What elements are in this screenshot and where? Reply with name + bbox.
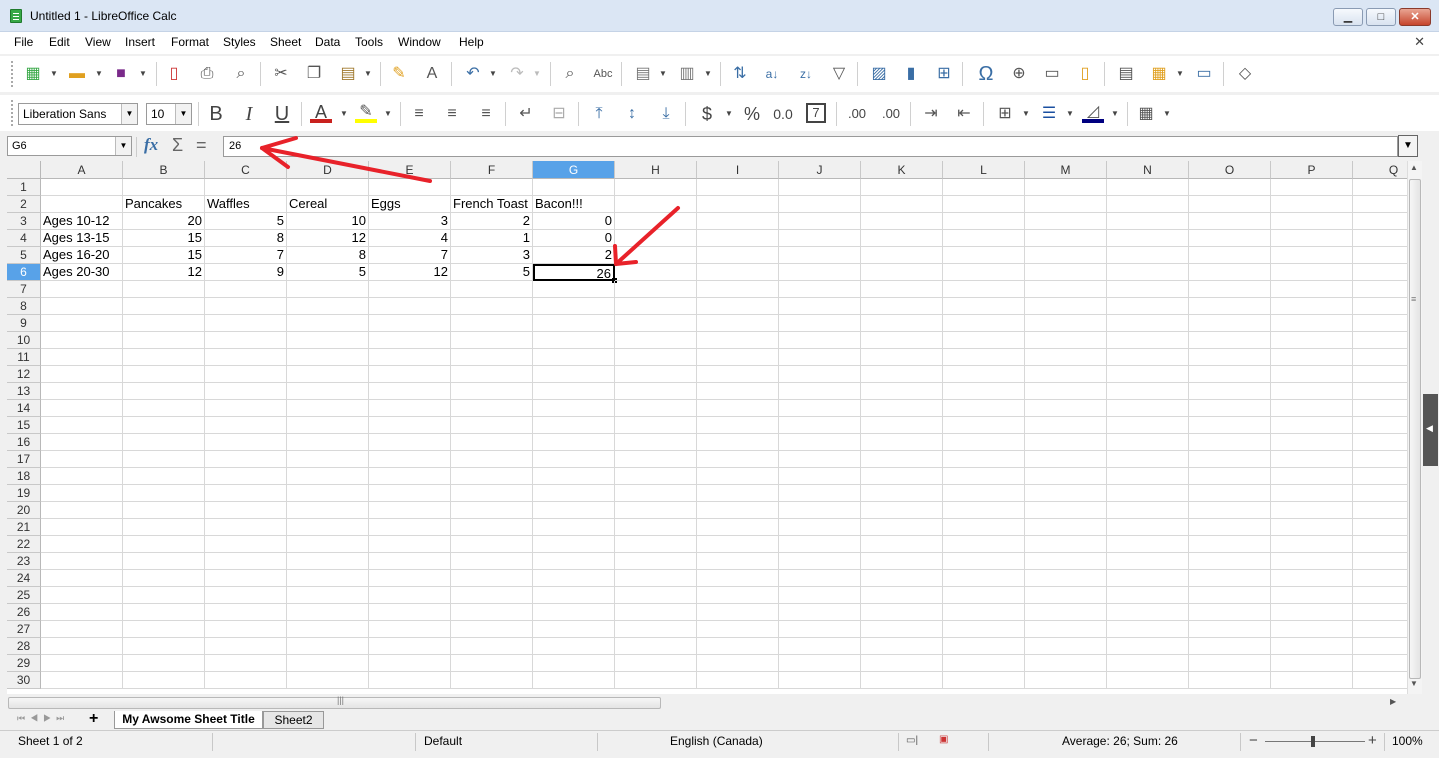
annotation-arrows — [260, 136, 680, 266]
annotation-arrow-cell — [614, 206, 680, 266]
